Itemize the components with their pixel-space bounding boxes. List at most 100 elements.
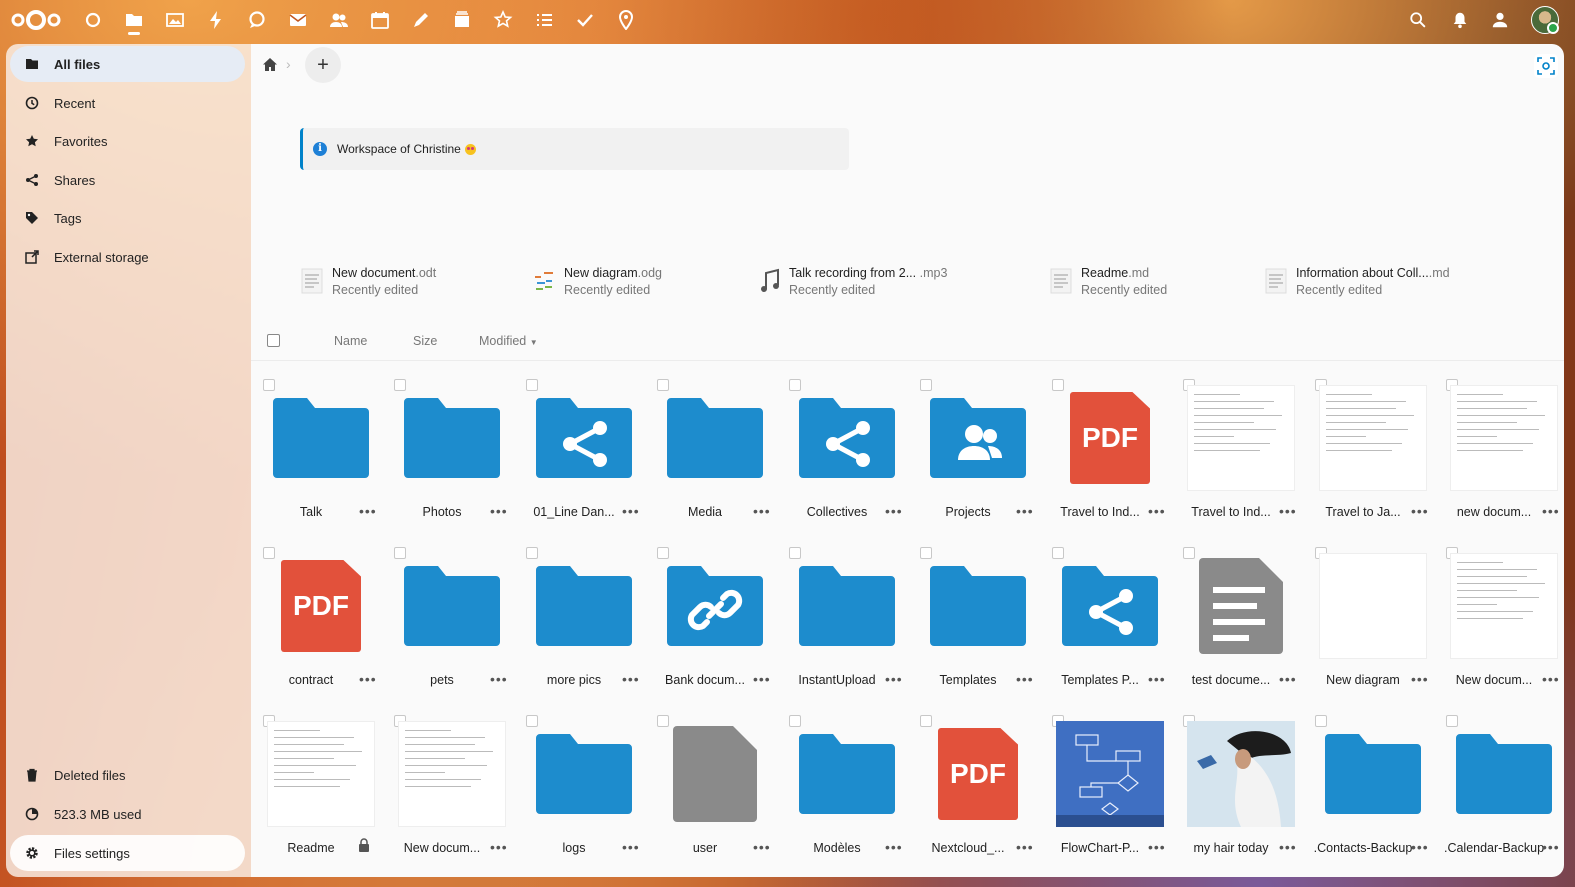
tasks-icon[interactable] — [533, 9, 555, 31]
file-tile[interactable]: Projects ••• — [914, 375, 1038, 535]
file-actions-menu-icon[interactable]: ••• — [622, 839, 640, 855]
document-preview — [1187, 553, 1295, 659]
file-tile[interactable]: Photos ••• — [388, 375, 512, 535]
talk-icon[interactable] — [246, 9, 268, 31]
file-actions-menu-icon[interactable]: ••• — [1411, 503, 1429, 519]
file-tile[interactable]: PDF Travel to Ind... ••• — [1046, 375, 1170, 535]
file-actions-menu-icon[interactable]: ••• — [490, 503, 508, 519]
sidebar-item-recent[interactable]: Recent — [10, 85, 245, 121]
file-tile[interactable]: new docum... ••• — [1440, 375, 1564, 535]
checklist-icon[interactable] — [574, 9, 596, 31]
home-icon[interactable] — [261, 56, 279, 74]
mail-icon[interactable] — [287, 9, 309, 31]
column-header-size[interactable]: Size — [413, 334, 437, 348]
sidebar-item-external-storage[interactable]: External storage — [10, 239, 245, 275]
file-tile[interactable]: Templates P... ••• — [1046, 543, 1170, 703]
file-actions-menu-icon[interactable]: ••• — [1148, 671, 1166, 687]
file-tile[interactable]: Collectives ••• — [783, 375, 907, 535]
new-file-button[interactable]: + — [305, 47, 341, 83]
quota-indicator[interactable]: 523.3 MB used — [10, 796, 245, 832]
file-actions-menu-icon[interactable]: ••• — [753, 671, 771, 687]
file-actions-menu-icon[interactable]: ••• — [753, 503, 771, 519]
file-tile[interactable]: .Calendar-Backup ••• — [1440, 711, 1564, 871]
column-header-name[interactable]: Name — [334, 334, 367, 348]
file-actions-menu-icon[interactable]: ••• — [1148, 503, 1166, 519]
select-all-checkbox[interactable] — [267, 334, 280, 347]
file-tile[interactable]: 01_Line Dan... ••• — [520, 375, 644, 535]
folder-icon — [661, 553, 769, 659]
maps-icon[interactable] — [615, 9, 637, 31]
file-actions-menu-icon[interactable]: ••• — [1279, 671, 1297, 687]
file-actions-menu-icon[interactable]: ••• — [622, 503, 640, 519]
notifications-icon[interactable] — [1449, 9, 1471, 31]
activity-icon[interactable] — [205, 9, 227, 31]
file-tile[interactable]: Travel to Ind... ••• — [1177, 375, 1301, 535]
file-actions-menu-icon[interactable]: ••• — [1411, 671, 1429, 687]
nextcloud-logo[interactable] — [10, 7, 62, 33]
file-actions-menu-icon[interactable]: ••• — [359, 671, 377, 687]
file-actions-menu-icon[interactable]: ••• — [622, 671, 640, 687]
file-tile[interactable]: Templates ••• — [914, 543, 1038, 703]
file-tile[interactable]: .Contacts-Backup ••• — [1309, 711, 1433, 871]
file-actions-menu-icon[interactable]: ••• — [1542, 839, 1560, 855]
contacts-icon[interactable] — [328, 9, 350, 31]
file-tile[interactable]: Modèles ••• — [783, 711, 907, 871]
deck-icon[interactable] — [451, 9, 473, 31]
file-tile[interactable]: more pics ••• — [520, 543, 644, 703]
file-tile[interactable]: New diagram ••• — [1309, 543, 1433, 703]
files-icon[interactable] — [123, 9, 145, 31]
file-actions-menu-icon[interactable]: ••• — [490, 671, 508, 687]
recent-file-item[interactable]: Readme.md Recently edited — [1049, 261, 1167, 301]
file-tile[interactable]: New docum... ••• — [388, 711, 512, 871]
file-tile[interactable]: my hair today ••• — [1177, 711, 1301, 871]
file-tile[interactable]: PDF Nextcloud_... ••• — [914, 711, 1038, 871]
recent-file-item[interactable]: Talk recording from 2... .mp3 Recently ed… — [757, 261, 947, 301]
sidebar-item-shares[interactable]: Shares — [10, 162, 245, 198]
file-actions-menu-icon[interactable]: ••• — [1542, 503, 1560, 519]
file-tile[interactable]: Media ••• — [651, 375, 775, 535]
recent-file-item[interactable]: New document.odt Recently edited — [300, 261, 436, 301]
file-tile[interactable]: test docume... ••• — [1177, 543, 1301, 703]
search-icon[interactable] — [1407, 9, 1429, 31]
file-actions-menu-icon[interactable]: ••• — [1411, 839, 1429, 855]
integrations-icon[interactable] — [492, 9, 514, 31]
file-actions-menu-icon[interactable]: ••• — [753, 839, 771, 855]
notes-icon[interactable] — [410, 9, 432, 31]
file-actions-menu-icon[interactable]: ••• — [359, 503, 377, 519]
file-actions-menu-icon[interactable]: ••• — [490, 839, 508, 855]
grid-view-toggle-icon[interactable] — [1532, 52, 1560, 80]
file-actions-menu-icon[interactable]: ••• — [1148, 839, 1166, 855]
recent-file-item[interactable]: Information about Coll....md Recently edi… — [1264, 261, 1450, 301]
file-tile[interactable]: Talk ••• — [257, 375, 381, 535]
photos-icon[interactable] — [164, 9, 186, 31]
file-tile[interactable]: Travel to Ja... ••• — [1309, 375, 1433, 535]
file-tile[interactable]: pets ••• — [388, 543, 512, 703]
dashboard-icon[interactable] — [82, 9, 104, 31]
file-actions-menu-icon[interactable]: ••• — [885, 839, 903, 855]
column-header-modified[interactable]: Modified ▼ — [479, 334, 538, 348]
contacts-menu-icon[interactable] — [1489, 9, 1511, 31]
file-tile[interactable]: FlowChart-P... ••• — [1046, 711, 1170, 871]
file-tile[interactable]: logs ••• — [520, 711, 644, 871]
file-actions-menu-icon[interactable]: ••• — [1279, 503, 1297, 519]
file-actions-menu-icon[interactable]: ••• — [885, 503, 903, 519]
file-tile[interactable]: user ••• — [651, 711, 775, 871]
file-actions-menu-icon[interactable]: ••• — [1016, 503, 1034, 519]
file-tile[interactable]: InstantUpload ••• — [783, 543, 907, 703]
file-actions-menu-icon[interactable]: ••• — [1016, 839, 1034, 855]
file-tile[interactable]: New docum... ••• — [1440, 543, 1564, 703]
file-actions-menu-icon[interactable]: ••• — [1016, 671, 1034, 687]
sidebar-item-all-files[interactable]: All files — [10, 46, 245, 82]
file-tile[interactable]: Bank docum... ••• — [651, 543, 775, 703]
file-actions-menu-icon[interactable]: ••• — [1279, 839, 1297, 855]
recent-file-item[interactable]: New diagram.odg Recently edited — [532, 261, 662, 301]
files-settings-button[interactable]: Files settings — [10, 835, 245, 871]
file-actions-menu-icon[interactable]: ••• — [1542, 671, 1560, 687]
sidebar-item-deleted-files[interactable]: Deleted files — [10, 757, 245, 793]
sidebar-item-tags[interactable]: Tags — [10, 200, 245, 236]
file-actions-menu-icon[interactable]: ••• — [885, 671, 903, 687]
sidebar-item-favorites[interactable]: Favorites — [10, 123, 245, 159]
file-tile[interactable]: PDF contract ••• — [257, 543, 381, 703]
calendar-icon[interactable] — [369, 9, 391, 31]
file-tile[interactable]: Readme — [257, 711, 381, 871]
